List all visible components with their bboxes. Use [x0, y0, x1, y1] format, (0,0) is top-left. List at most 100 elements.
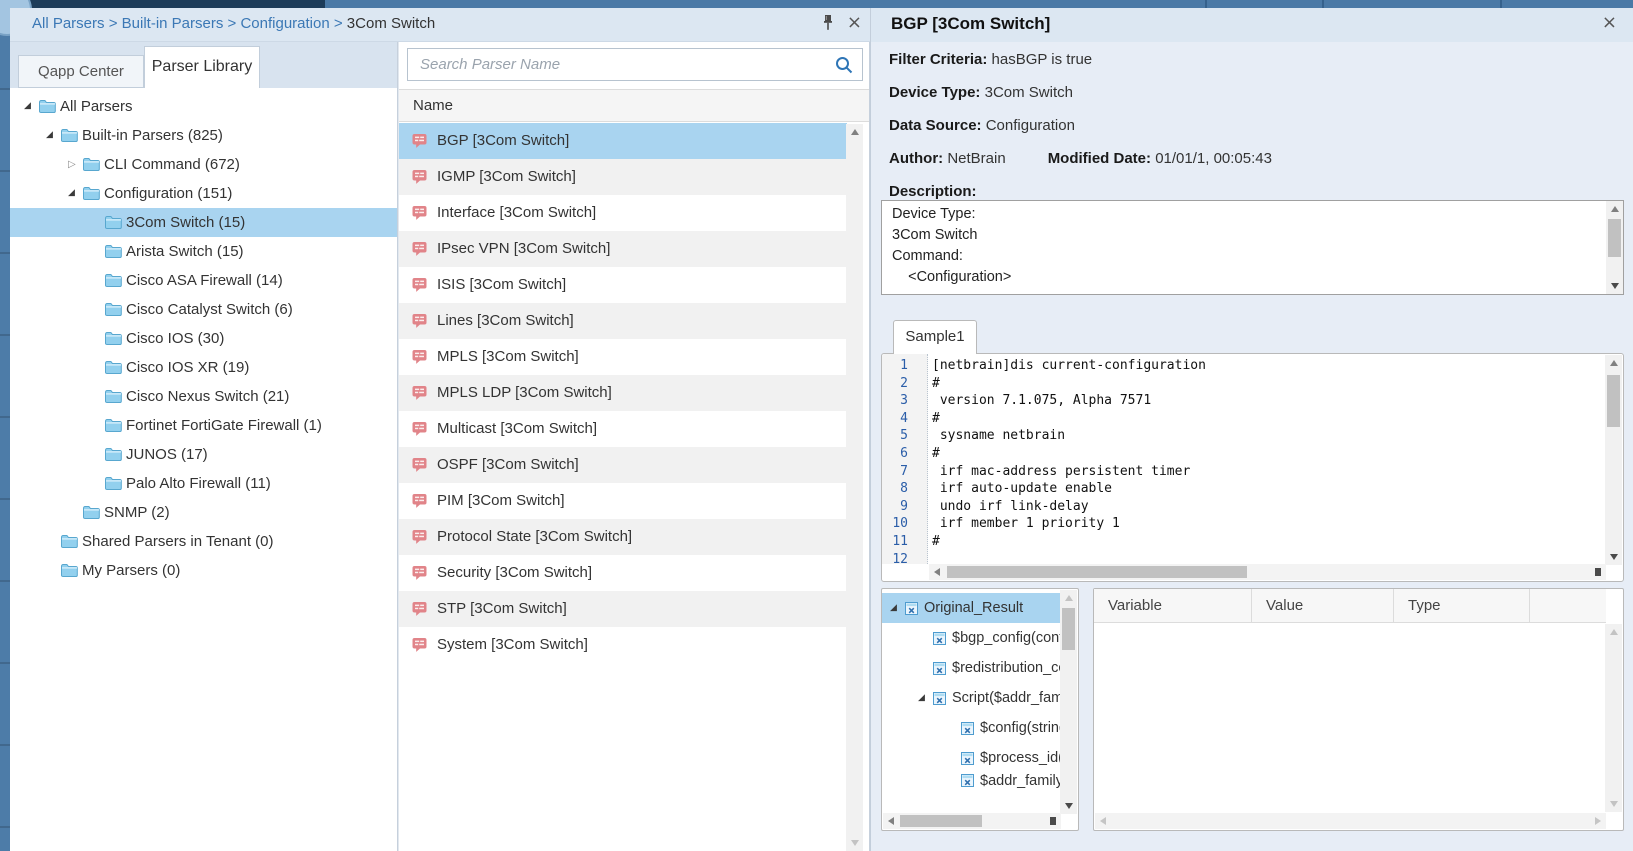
breadcrumb: All Parsers > Built-in Parsers > Configu… [32, 15, 435, 32]
pin-icon[interactable] [822, 14, 834, 32]
table-vertical-scrollbar[interactable] [1605, 624, 1622, 812]
sidebar-tree-item[interactable]: JUNOS (17) [10, 440, 397, 469]
scroll-right-icon[interactable] [1595, 568, 1601, 576]
sidebar-tree-item[interactable]: Cisco IOS (30) [10, 324, 397, 353]
sidebar-tree-item[interactable]: Fortinet FortiGate Firewall (1) [10, 411, 397, 440]
scroll-up-icon[interactable] [1610, 360, 1618, 366]
parser-list-item[interactable]: Interface [3Com Switch] [399, 195, 847, 231]
parser-list-item[interactable]: OSPF [3Com Switch] [399, 447, 847, 483]
result-vertical-scrollbar[interactable] [1060, 590, 1077, 814]
sidebar-tree-item[interactable]: My Parsers (0) [10, 556, 397, 585]
sidebar-tree-item[interactable]: ▷CLI Command (672) [10, 150, 397, 179]
breadcrumb-link[interactable]: Configuration [240, 15, 329, 32]
search-icon[interactable] [834, 55, 854, 75]
list-column-header-name[interactable]: Name [399, 89, 869, 122]
result-tree-item[interactable]: $redistribution_cor [882, 653, 1062, 683]
sidebar-tree-item[interactable]: Cisco ASA Firewall (14) [10, 266, 397, 295]
scroll-right-icon[interactable] [1595, 817, 1601, 825]
description-scrollbar[interactable] [1606, 201, 1623, 294]
parser-list-item[interactable]: Security [3Com Switch] [399, 555, 847, 591]
tree-item-label: Built-in Parsers (825) [82, 121, 223, 150]
sidebar-tree-item[interactable]: ◢All Parsers [10, 92, 397, 121]
tab-parser-library[interactable]: Parser Library [144, 46, 260, 88]
parser-list-item[interactable]: Multicast [3Com Switch] [399, 411, 847, 447]
scroll-left-icon[interactable] [934, 568, 940, 576]
search-input[interactable] [408, 49, 862, 80]
tree-expander-icon[interactable]: ◢ [24, 92, 39, 121]
parser-list-item[interactable]: Lines [3Com Switch] [399, 303, 847, 339]
scroll-down-icon[interactable] [1610, 801, 1618, 807]
parser-list-item[interactable]: STP [3Com Switch] [399, 591, 847, 627]
sidebar-tree-item[interactable]: Cisco IOS XR (19) [10, 353, 397, 382]
close-icon[interactable]: × [847, 14, 862, 32]
tab-qapp-center[interactable]: Qapp Center [18, 55, 144, 88]
scroll-up-icon[interactable] [1611, 206, 1619, 212]
result-tree-item[interactable]: $config(string) [882, 713, 1062, 743]
scroll-thumb[interactable] [1608, 219, 1621, 257]
tree-expander-icon[interactable]: ◢ [890, 593, 905, 623]
parser-list-item[interactable]: Protocol State [3Com Switch] [399, 519, 847, 555]
scroll-down-icon[interactable] [1611, 283, 1619, 289]
sidebar-tree-item[interactable]: 3Com Switch (15) [10, 208, 397, 237]
parser-list-item[interactable]: IGMP [3Com Switch] [399, 159, 847, 195]
scroll-left-icon[interactable] [888, 817, 894, 825]
tree-expander-icon[interactable]: ◢ [918, 683, 933, 713]
table-horizontal-scrollbar[interactable] [1095, 813, 1606, 829]
sidebar-tree-item[interactable]: ◢Configuration (151) [10, 179, 397, 208]
breadcrumb-link[interactable]: Built-in Parsers [122, 15, 224, 32]
parser-list-item[interactable]: ISIS [3Com Switch] [399, 267, 847, 303]
scroll-up-icon[interactable] [1065, 595, 1073, 601]
parser-list-item[interactable]: System [3Com Switch] [399, 627, 847, 663]
scroll-up-icon[interactable] [851, 129, 859, 135]
table-column-header-spacer [1530, 589, 1606, 623]
scroll-thumb[interactable] [1062, 608, 1075, 650]
sidebar-tree-item[interactable]: SNMP (2) [10, 498, 397, 527]
code-horizontal-scrollbar[interactable] [929, 564, 1606, 580]
line-number: 12 [882, 551, 918, 564]
variable-table-panel: VariableValueType [1093, 588, 1624, 831]
result-tree-item[interactable]: ◢Script($addr_family [882, 683, 1062, 713]
parser-list-item[interactable]: MPLS LDP [3Com Switch] [399, 375, 847, 411]
code-vertical-scrollbar[interactable] [1605, 355, 1622, 565]
result-tree-item[interactable]: $addr_family(st [882, 773, 1062, 788]
table-column-header-type[interactable]: Type [1394, 589, 1530, 623]
breadcrumb-link[interactable]: All Parsers [32, 15, 105, 32]
sidebar-tree-item[interactable]: Shared Parsers in Tenant (0) [10, 527, 397, 556]
parser-detail-panel: BGP [3Com Switch] × Filter Criteria: has… [870, 8, 1633, 851]
result-tree-item[interactable]: $process_id(str [882, 743, 1062, 773]
tree-expander-icon[interactable]: ◢ [68, 179, 83, 208]
table-column-header-value[interactable]: Value [1252, 589, 1394, 623]
tab-sample1[interactable]: Sample1 [893, 320, 977, 354]
parser-list-item[interactable]: PIM [3Com Switch] [399, 483, 847, 519]
scroll-down-icon[interactable] [1610, 554, 1618, 560]
table-column-header-variable[interactable]: Variable [1094, 589, 1252, 623]
line-number: 9 [882, 498, 918, 516]
code-line: 11# [882, 533, 1605, 551]
left-dock-rail[interactable] [0, 8, 10, 851]
result-tree-item[interactable]: $bgp_config(config [882, 623, 1062, 653]
result-tree-item[interactable]: ◢Original_Result [882, 593, 1062, 623]
scroll-down-icon[interactable] [851, 840, 859, 846]
sidebar-tree-item[interactable]: ◢ Built-in Parsers (825) [10, 121, 397, 150]
sidebar-tree-item[interactable]: Arista Switch (15) [10, 237, 397, 266]
scroll-right-icon[interactable] [1050, 817, 1056, 825]
scroll-thumb[interactable] [900, 815, 982, 827]
scroll-down-icon[interactable] [1065, 803, 1073, 809]
scroll-thumb[interactable] [1607, 375, 1620, 427]
result-horizontal-scrollbar[interactable] [883, 813, 1061, 829]
parser-list-item[interactable]: MPLS [3Com Switch] [399, 339, 847, 375]
sidebar-tree-item[interactable]: Cisco Catalyst Switch (6) [10, 295, 397, 324]
parser-list-item[interactable]: BGP [3Com Switch] [399, 123, 847, 159]
sidebar-tree-item[interactable]: Palo Alto Firewall (11) [10, 469, 397, 498]
scroll-up-icon[interactable] [1610, 629, 1618, 635]
detail-close-icon[interactable]: × [1602, 14, 1617, 32]
scroll-left-icon[interactable] [1100, 817, 1106, 825]
sidebar-tree-item[interactable]: Cisco Nexus Switch (21) [10, 382, 397, 411]
detail-title: BGP [3Com Switch] [891, 14, 1050, 34]
scroll-thumb[interactable] [947, 566, 1247, 578]
parser-list-scrollbar[interactable] [846, 124, 863, 851]
tree-expander-icon[interactable]: ◢ [46, 121, 61, 150]
parser-list-item[interactable]: IPsec VPN [3Com Switch] [399, 231, 847, 267]
tree-expander-icon[interactable]: ▷ [68, 150, 83, 179]
breadcrumb-bar: All Parsers > Built-in Parsers > Configu… [10, 8, 870, 42]
